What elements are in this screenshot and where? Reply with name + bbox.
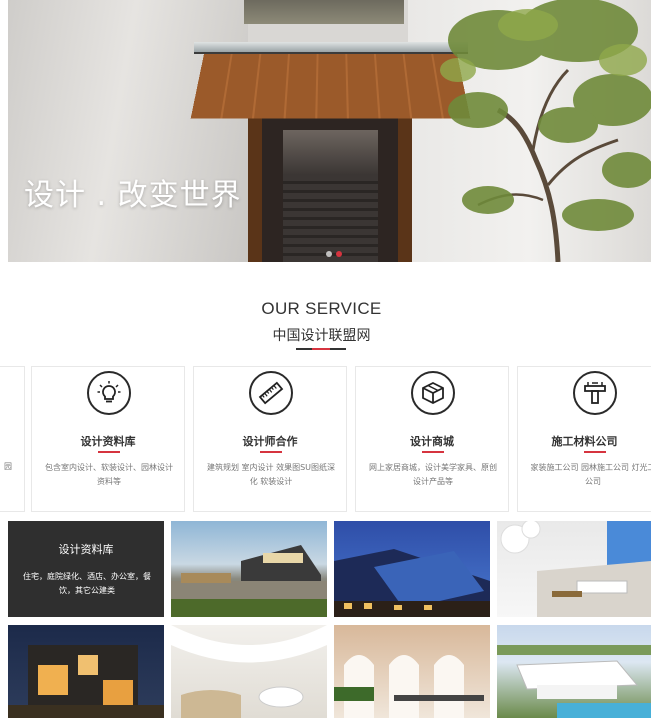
- ruler-icon: [249, 371, 293, 415]
- service-card-title: 设计商城: [410, 435, 454, 448]
- gallery-image-art: [8, 645, 164, 718]
- hero-slogan: 设计 . 改变世界: [24, 178, 242, 213]
- hero-passage: [283, 130, 378, 175]
- hero-tree: [440, 0, 651, 262]
- gallery-image-art: [500, 521, 651, 617]
- gallery-feature-title: 设计资料库: [58, 543, 114, 556]
- service-card-partial-text: 园: [4, 462, 12, 471]
- gallery-image-art: [171, 625, 327, 718]
- service-card-underline: [584, 451, 606, 453]
- service-card-construction-company[interactable]: 施工材料公司 家装施工公司 园林施工公司 灯光工公司: [517, 366, 651, 512]
- gallery-image-night-house[interactable]: [8, 625, 164, 718]
- service-card-desc: 网上家居商城，设计美学家具、原创设计产品等: [369, 463, 497, 486]
- hero-wall-left: [8, 0, 248, 262]
- service-divider: [296, 348, 346, 350]
- service-subtitle: 中国设计联盟网: [272, 328, 371, 344]
- hero-wood-canopy: [190, 51, 471, 119]
- service-card-design-mall[interactable]: 设计商城 网上家居商城，设计美学家具、原创设计产品等: [355, 366, 509, 512]
- service-title: OUR SERVICE: [261, 299, 382, 318]
- carousel-dots[interactable]: [326, 251, 342, 257]
- lightbulb-icon: [87, 371, 131, 415]
- carousel-dot-2[interactable]: [336, 251, 342, 257]
- service-card-title: 设计师合作: [242, 435, 298, 448]
- service-card-designer-cooperation[interactable]: 设计师合作 建筑规划 室内设计 效果图SU图纸深化 软装设计: [193, 366, 347, 512]
- hero-roof-garden: [244, 0, 404, 24]
- service-card-desc: 建筑规划 室内设计 效果图SU图纸深化 软装设计: [206, 463, 336, 486]
- service-card-partial[interactable]: 园: [0, 366, 25, 512]
- gallery-image-modern-house[interactable]: [171, 521, 327, 617]
- service-card-underline: [260, 451, 282, 453]
- service-card-title: 设计资料库: [80, 435, 136, 448]
- service-card-underline: [422, 451, 444, 453]
- carousel-dot-1[interactable]: [326, 251, 332, 257]
- service-card-desc: 包含室内设计、软装设计、园林设计资料等: [45, 463, 173, 486]
- gallery-image-art: [171, 545, 327, 617]
- gallery-image-art: [497, 645, 651, 718]
- construction-icon: [573, 371, 617, 415]
- gallery-image-blue-building[interactable]: [334, 521, 490, 617]
- hero-stairs: [283, 175, 378, 262]
- gallery-image-villa-pool[interactable]: [497, 625, 651, 718]
- hero-glass-roof: [194, 42, 468, 54]
- service-card-desc: 家装施工公司 园林施工公司 灯光工公司: [530, 463, 651, 486]
- service-card-underline: [98, 451, 120, 453]
- hero-banner[interactable]: 设计 . 改变世界: [8, 0, 651, 262]
- gallery-feature-desc: 住宅，庭院绿化、酒店、办公室，餐饮，其它公建类: [23, 572, 151, 595]
- gallery-image-art: [334, 549, 490, 617]
- gallery-image-arched-hall[interactable]: [334, 625, 490, 718]
- box-icon: [411, 371, 455, 415]
- service-card-design-library[interactable]: 设计资料库 包含室内设计、软装设计、园林设计资料等: [31, 366, 185, 512]
- gallery-image-reception[interactable]: [171, 625, 327, 718]
- gallery-feature-tile[interactable]: 设计资料库 住宅，庭院绿化、酒店、办公室，餐饮，其它公建类: [8, 521, 164, 617]
- service-card-title: 施工材料公司: [551, 435, 618, 448]
- gallery-image-art: [334, 655, 484, 718]
- gallery-image-white-interior[interactable]: [497, 521, 651, 617]
